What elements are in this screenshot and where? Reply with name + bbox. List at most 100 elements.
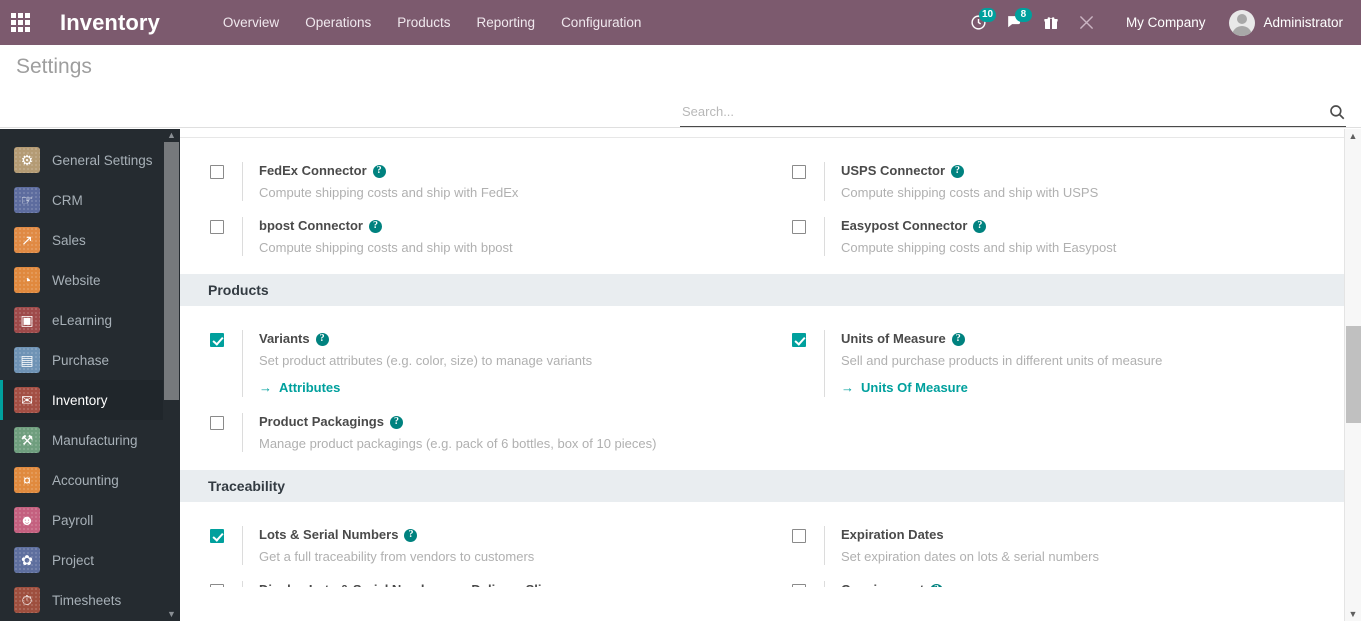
help-icon[interactable]: ? [973, 219, 987, 233]
setting-label: Variants? [259, 330, 746, 348]
help-icon[interactable]: ? [951, 332, 965, 346]
wrench-icon: ⚒ [14, 427, 40, 453]
setting-checkbox[interactable] [210, 165, 224, 179]
gift-icon [1044, 16, 1058, 29]
sidebar-item-sales[interactable]: ↗ Sales [0, 220, 180, 260]
menu-item-products[interactable]: Products [384, 9, 463, 36]
sidebar-scroll-down-arrow[interactable]: ▼ [163, 608, 180, 621]
setting-checkbox[interactable] [210, 333, 224, 347]
setting-checkbox[interactable] [210, 416, 224, 430]
sidebar-item-manufacturing[interactable]: ⚒ Manufacturing [0, 420, 180, 460]
puzzle-icon: ✿ [14, 547, 40, 573]
setting-body: bpost Connector? Compute shipping costs a… [242, 217, 746, 256]
content-scroll-down-arrow[interactable]: ▼ [1345, 607, 1361, 621]
sidebar-scrollbar-thumb[interactable] [164, 142, 179, 400]
setting-checkbox[interactable] [210, 220, 224, 234]
help-icon[interactable]: ? [951, 164, 965, 178]
company-switcher[interactable]: My Company [1114, 9, 1218, 36]
setting-option: FedEx Connector? Compute shipping costs a… [180, 154, 762, 209]
sidebar-item-label: Sales [52, 232, 86, 248]
sidebar-item-label: Payroll [52, 512, 94, 528]
invoice-icon: ¤ [14, 467, 40, 493]
sidebar-item-label: Purchase [52, 352, 110, 368]
settings-section-grid: FedEx Connector? Compute shipping costs a… [180, 138, 1344, 274]
sidebar-item-label: CRM [52, 192, 83, 208]
developer-tools-icon-button[interactable] [1070, 0, 1104, 45]
messages-count-badge: 8 [1014, 8, 1032, 22]
settings-sidebar: ⚙ General Settings ☞ CRM ↗ Sales ◔ Website ▣ eLea… [0, 129, 180, 621]
sidebar-item-timesheets[interactable]: ⏱ Timesheets [0, 580, 180, 620]
setting-internal-link[interactable]: → Attributes [259, 380, 340, 395]
search-bar [680, 100, 1346, 127]
clipped-setting-row: Display Lots & Serial Numbers on Deliver… [180, 573, 1344, 587]
content-scrollbar-thumb[interactable] [1346, 326, 1361, 423]
setting-row: FedEx Connector? Compute shipping costs a… [180, 154, 1344, 209]
app-brand-inventory[interactable]: Inventory [60, 10, 160, 36]
content-scroll-up-arrow[interactable]: ▲ [1345, 129, 1361, 143]
help-icon[interactable]: ? [404, 528, 418, 542]
search-icon[interactable] [1328, 103, 1346, 121]
setting-label: Easypost Connector? [841, 217, 1328, 235]
setting-option: USPS Connector? Compute shipping costs an… [762, 154, 1344, 209]
help-icon[interactable]: ? [930, 583, 944, 587]
sidebar-item-elearning[interactable]: ▣ eLearning [0, 300, 180, 340]
sidebar-item-website[interactable]: ◔ Website [0, 260, 180, 300]
help-icon[interactable]: ? [315, 332, 329, 346]
search-input[interactable] [680, 104, 1328, 122]
sidebar-item-payroll[interactable]: ☻ Payroll [0, 500, 180, 540]
setting-option: Variants? Set product attributes (e.g. co… [180, 322, 762, 405]
help-icon[interactable]: ? [389, 415, 403, 429]
setting-checkbox[interactable] [210, 584, 224, 587]
setting-row: Product Packagings? Manage product packag… [180, 405, 1344, 460]
sidebar-item-label: Accounting [52, 472, 119, 488]
setting-label: Display Lots & Serial Numbers on Deliver… [259, 581, 746, 587]
setting-label-text: Lots & Serial Numbers [259, 527, 399, 542]
setting-body: FedEx Connector? Compute shipping costs a… [242, 162, 746, 201]
sidebar-item-label: Project [52, 552, 95, 568]
setting-label: USPS Connector? [841, 162, 1328, 180]
sidebar-item-project[interactable]: ✿ Project [0, 540, 180, 580]
setting-checkbox[interactable] [792, 165, 806, 179]
arrow-right-icon: → [259, 380, 272, 395]
menu-item-configuration[interactable]: Configuration [548, 9, 654, 36]
setting-row: Lots & Serial Numbers? Get a full traceab… [180, 518, 1344, 573]
messages-button[interactable]: 8 [998, 0, 1032, 45]
menu-item-operations[interactable]: Operations [292, 9, 384, 36]
setting-body: Easypost Connector? Compute shipping cost… [824, 217, 1328, 256]
card-icon: ▤ [14, 347, 40, 373]
user-menu[interactable]: Administrator [1219, 9, 1349, 36]
clipped-setting-row-top [180, 129, 1344, 138]
setting-option: Easypost Connector? Compute shipping cost… [762, 209, 1344, 264]
setting-row: bpost Connector? Compute shipping costs a… [180, 209, 1344, 264]
settings-sheet: FedEx Connector? Compute shipping costs a… [180, 129, 1344, 597]
sidebar-scroll-up-arrow[interactable]: ▲ [163, 129, 180, 142]
sidebar-item-purchase[interactable]: ▤ Purchase [0, 340, 180, 380]
avatar [1229, 9, 1256, 36]
help-icon[interactable]: ? [369, 219, 382, 233]
setting-checkbox[interactable] [792, 220, 806, 234]
setting-checkbox[interactable] [792, 333, 806, 347]
menu-item-reporting[interactable]: Reporting [464, 9, 549, 36]
setting-label: Consignment? [841, 581, 1328, 587]
sidebar-item-label: Manufacturing [52, 432, 138, 448]
wrench-and-screwdriver-icon [1080, 16, 1094, 29]
sidebar-item-crm[interactable]: ☞ CRM [0, 180, 180, 220]
help-icon[interactable]: ? [372, 164, 386, 178]
activities-button[interactable]: 10 [962, 0, 997, 45]
settings-section-title: Products [180, 274, 1344, 306]
apps-menu-button[interactable] [0, 0, 40, 45]
sidebar-item-general-settings[interactable]: ⚙ General Settings [0, 140, 180, 180]
setting-internal-link[interactable]: → Units Of Measure [841, 380, 968, 395]
setting-checkbox[interactable] [792, 529, 806, 543]
setting-checkbox[interactable] [792, 584, 806, 587]
content-scrollbar[interactable]: ▲ ▼ [1344, 129, 1361, 621]
menu-item-overview[interactable]: Overview [210, 9, 292, 36]
sidebar-scrollbar[interactable]: ▲ ▼ [163, 129, 180, 621]
setting-body: USPS Connector? Compute shipping costs an… [824, 162, 1328, 201]
setting-label: Product Packagings? [259, 413, 746, 431]
gift-button[interactable] [1034, 0, 1068, 45]
sidebar-item-inventory[interactable]: ✉ Inventory [0, 380, 180, 420]
sidebar-item-accounting[interactable]: ¤ Accounting [0, 460, 180, 500]
setting-checkbox[interactable] [210, 529, 224, 543]
setting-option: Units of Measure? Sell and purchase produ… [762, 322, 1344, 405]
